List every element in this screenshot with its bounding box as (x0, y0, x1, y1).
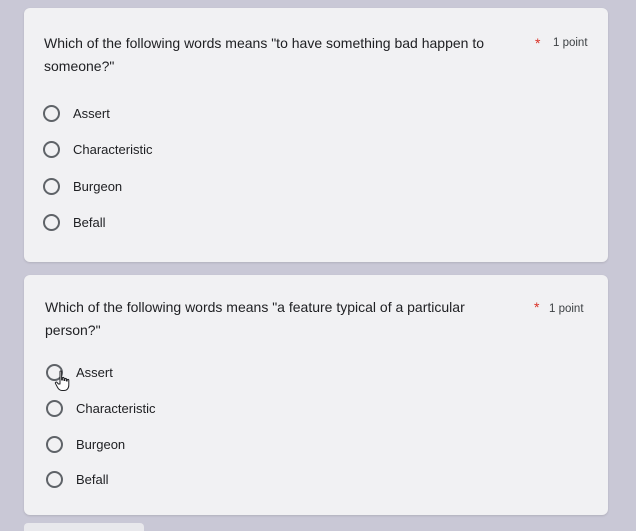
radio-unselected-icon[interactable] (46, 471, 63, 488)
option-characteristic[interactable]: Characteristic (46, 400, 155, 417)
option-assert[interactable]: Assert (43, 105, 110, 122)
points-label: 1 point (549, 303, 584, 315)
option-label: Characteristic (73, 141, 153, 157)
radio-unselected-icon[interactable] (43, 178, 60, 195)
option-characteristic[interactable]: Characteristic (43, 141, 152, 158)
option-label: Characteristic (76, 400, 156, 416)
radio-unselected-icon[interactable] (46, 400, 63, 417)
option-label: Assert (76, 364, 113, 380)
question-title: Which of the following words means "a fe… (45, 299, 465, 338)
option-burgeon[interactable]: Burgeon (46, 436, 125, 453)
required-asterisk: * (534, 299, 540, 315)
option-label: Befall (76, 471, 109, 487)
question-card-1: Which of the following words means "to h… (24, 8, 608, 262)
option-label: Assert (73, 105, 110, 121)
option-label: Burgeon (76, 436, 126, 452)
option-befall[interactable]: Befall (46, 471, 109, 488)
option-befall[interactable]: Befall (43, 214, 106, 231)
next-card-edge (24, 523, 144, 531)
required-asterisk: * (535, 35, 541, 51)
points-label: 1 point (553, 37, 588, 49)
radio-unselected-icon[interactable] (43, 214, 60, 231)
question-card-2: Which of the following words means "a fe… (24, 275, 608, 515)
option-assert[interactable]: Assert (46, 364, 113, 381)
radio-unselected-icon[interactable] (43, 141, 60, 158)
question-title: Which of the following words means "to h… (44, 35, 485, 74)
option-label: Burgeon (73, 178, 123, 194)
radio-unselected-icon[interactable] (43, 105, 60, 122)
radio-unselected-icon[interactable] (46, 364, 63, 381)
option-label: Befall (73, 214, 106, 230)
option-burgeon[interactable]: Burgeon (43, 178, 122, 195)
radio-unselected-icon[interactable] (46, 436, 63, 453)
